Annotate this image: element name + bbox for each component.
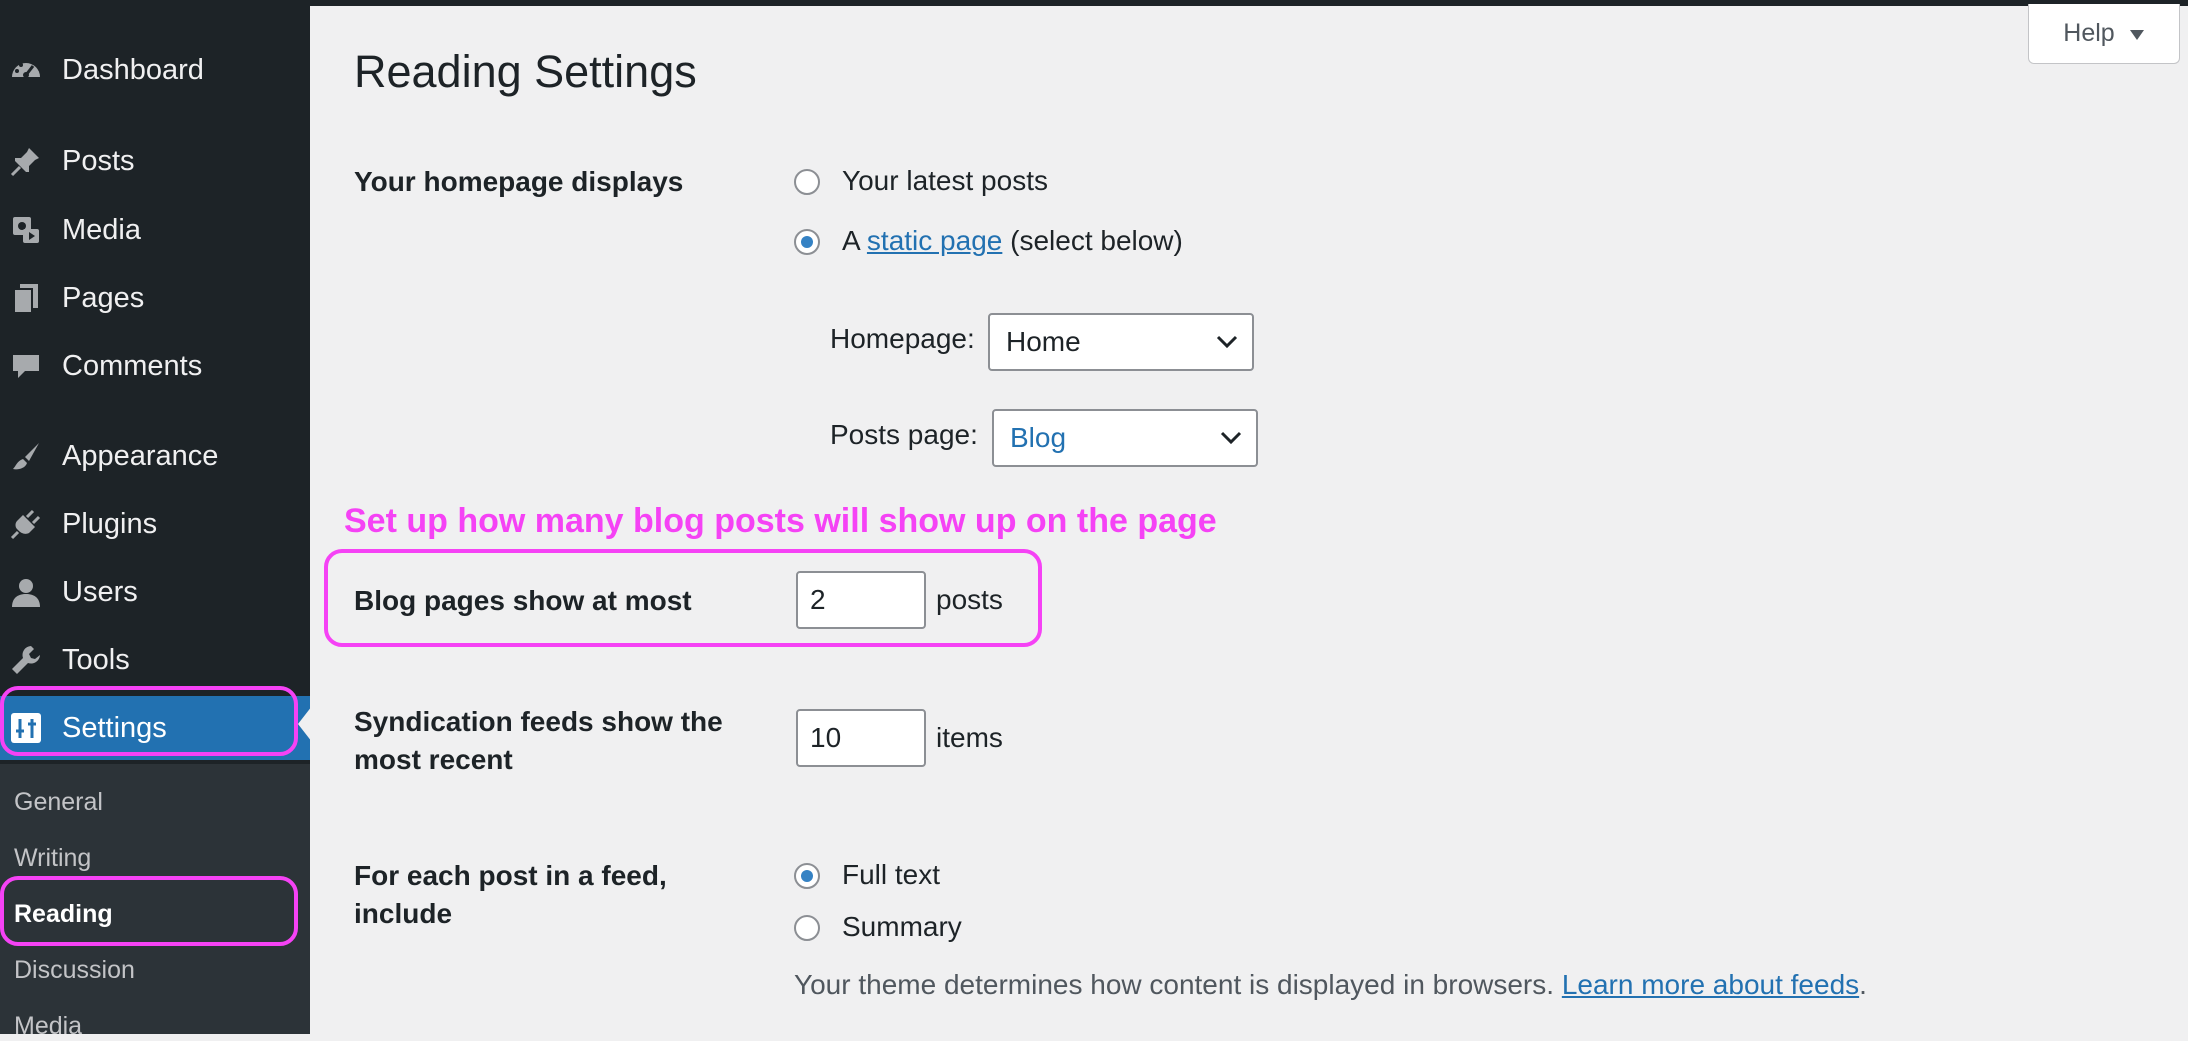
sidebar-item-posts[interactable]: Posts: [0, 129, 310, 193]
sidebar-item-users[interactable]: Users: [0, 560, 310, 624]
admin-top-bar: [0, 0, 2188, 6]
sidebar-item-label: Media: [62, 213, 141, 246]
feed-content-label-line2: include: [354, 898, 453, 929]
latest-posts-label: Your latest posts: [842, 165, 1048, 196]
static-page-option: A static page (select below): [842, 225, 1183, 257]
summary-label: Summary: [842, 911, 962, 942]
syndication-label: Syndication feeds show the most recent: [354, 703, 723, 779]
syndication-label-line1: Syndication feeds show the: [354, 706, 723, 737]
summary-radio[interactable]: [794, 915, 820, 941]
syndication-unit: items: [936, 722, 1003, 753]
annotation-text: Set up how many blog posts will show up …: [344, 502, 1217, 540]
paintbrush-icon: [8, 438, 44, 474]
sidebar-item-pages[interactable]: Pages: [0, 266, 310, 330]
sidebar-item-appearance[interactable]: Appearance: [0, 424, 310, 488]
full-text-radio[interactable]: [794, 863, 820, 889]
sidebar-item-label: Plugins: [62, 507, 158, 540]
triangle-down-icon: [2129, 19, 2145, 48]
posts-page-select[interactable]: Blog: [992, 409, 1258, 467]
feed-description-period: .: [1859, 969, 1867, 1000]
static-page-prefix: A: [842, 225, 860, 256]
admin-sidebar: Dashboard Posts Media Pages Comments App…: [0, 6, 310, 1040]
posts-page-select-label: Posts page:: [830, 419, 978, 450]
help-button[interactable]: Help: [2028, 4, 2180, 64]
posts-page-select-value: Blog: [1010, 422, 1067, 453]
sidebar-item-dashboard[interactable]: Dashboard: [0, 38, 310, 102]
static-page-link[interactable]: static page: [867, 225, 1002, 256]
sidebar-item-label: Pages: [62, 281, 145, 314]
sidebar-item-settings[interactable]: Settings: [0, 696, 310, 760]
comment-icon: [8, 348, 44, 384]
feed-description-text: Your theme determines how content is dis…: [794, 969, 1555, 1000]
full-text-label: Full text: [842, 859, 941, 890]
page-title: Reading Settings: [354, 46, 697, 97]
homepage-select[interactable]: Home: [988, 313, 1254, 371]
syndication-label-line2: most recent: [354, 744, 513, 775]
latest-posts-radio[interactable]: [794, 169, 820, 195]
sidebar-item-comments[interactable]: Comments: [0, 334, 310, 398]
submenu-item-writing[interactable]: Writing: [14, 844, 91, 873]
blog-pages-unit: posts: [936, 584, 1003, 615]
dashboard-icon: [8, 52, 44, 88]
sidebar-item-label: Dashboard: [62, 53, 204, 86]
homepage-displays-label: Your homepage displays: [354, 166, 684, 197]
media-icon: [8, 212, 44, 248]
sidebar-item-plugins[interactable]: Plugins: [0, 492, 310, 556]
syndication-input[interactable]: [796, 709, 926, 767]
sidebar-item-label: Comments: [62, 349, 203, 382]
active-menu-arrow: [298, 706, 312, 742]
sidebar-item-tools[interactable]: Tools: [0, 628, 310, 692]
feed-content-label-line1: For each post in a feed,: [354, 860, 667, 891]
feed-description: Your theme determines how content is dis…: [794, 969, 1867, 1001]
feed-content-label: For each post in a feed, include: [354, 857, 667, 933]
plug-icon: [8, 506, 44, 542]
user-icon: [8, 574, 44, 610]
help-label: Help: [2063, 19, 2115, 47]
homepage-select-label: Homepage:: [830, 323, 975, 354]
sidebar-item-label: Tools: [62, 643, 130, 676]
settings-submenu: General Writing Reading Discussion Media: [0, 764, 310, 1040]
static-page-radio[interactable]: [794, 229, 820, 255]
pushpin-icon: [8, 143, 44, 179]
sidebar-item-label: Appearance: [62, 439, 219, 472]
submenu-item-discussion[interactable]: Discussion: [14, 956, 135, 985]
sidebar-item-label: Users: [62, 575, 138, 608]
submenu-item-media[interactable]: Media: [14, 1012, 82, 1041]
static-page-suffix: (select below): [1010, 225, 1183, 256]
chevron-down-icon: [1216, 335, 1238, 349]
sidebar-item-media[interactable]: Media: [0, 198, 310, 262]
learn-more-feeds-link[interactable]: Learn more about feeds: [1562, 969, 1859, 1000]
sidebar-item-label: Settings: [62, 711, 167, 744]
chevron-down-icon: [1220, 431, 1242, 445]
homepage-select-value: Home: [1006, 326, 1081, 357]
wrench-icon: [8, 642, 44, 678]
sidebar-item-label: Posts: [62, 144, 135, 177]
settings-icon: [8, 710, 44, 746]
submenu-item-general[interactable]: General: [14, 788, 103, 817]
submenu-item-reading[interactable]: Reading: [14, 900, 113, 929]
blog-pages-input[interactable]: [796, 571, 926, 629]
pages-icon: [8, 280, 44, 316]
blog-pages-label: Blog pages show at most: [354, 585, 692, 616]
